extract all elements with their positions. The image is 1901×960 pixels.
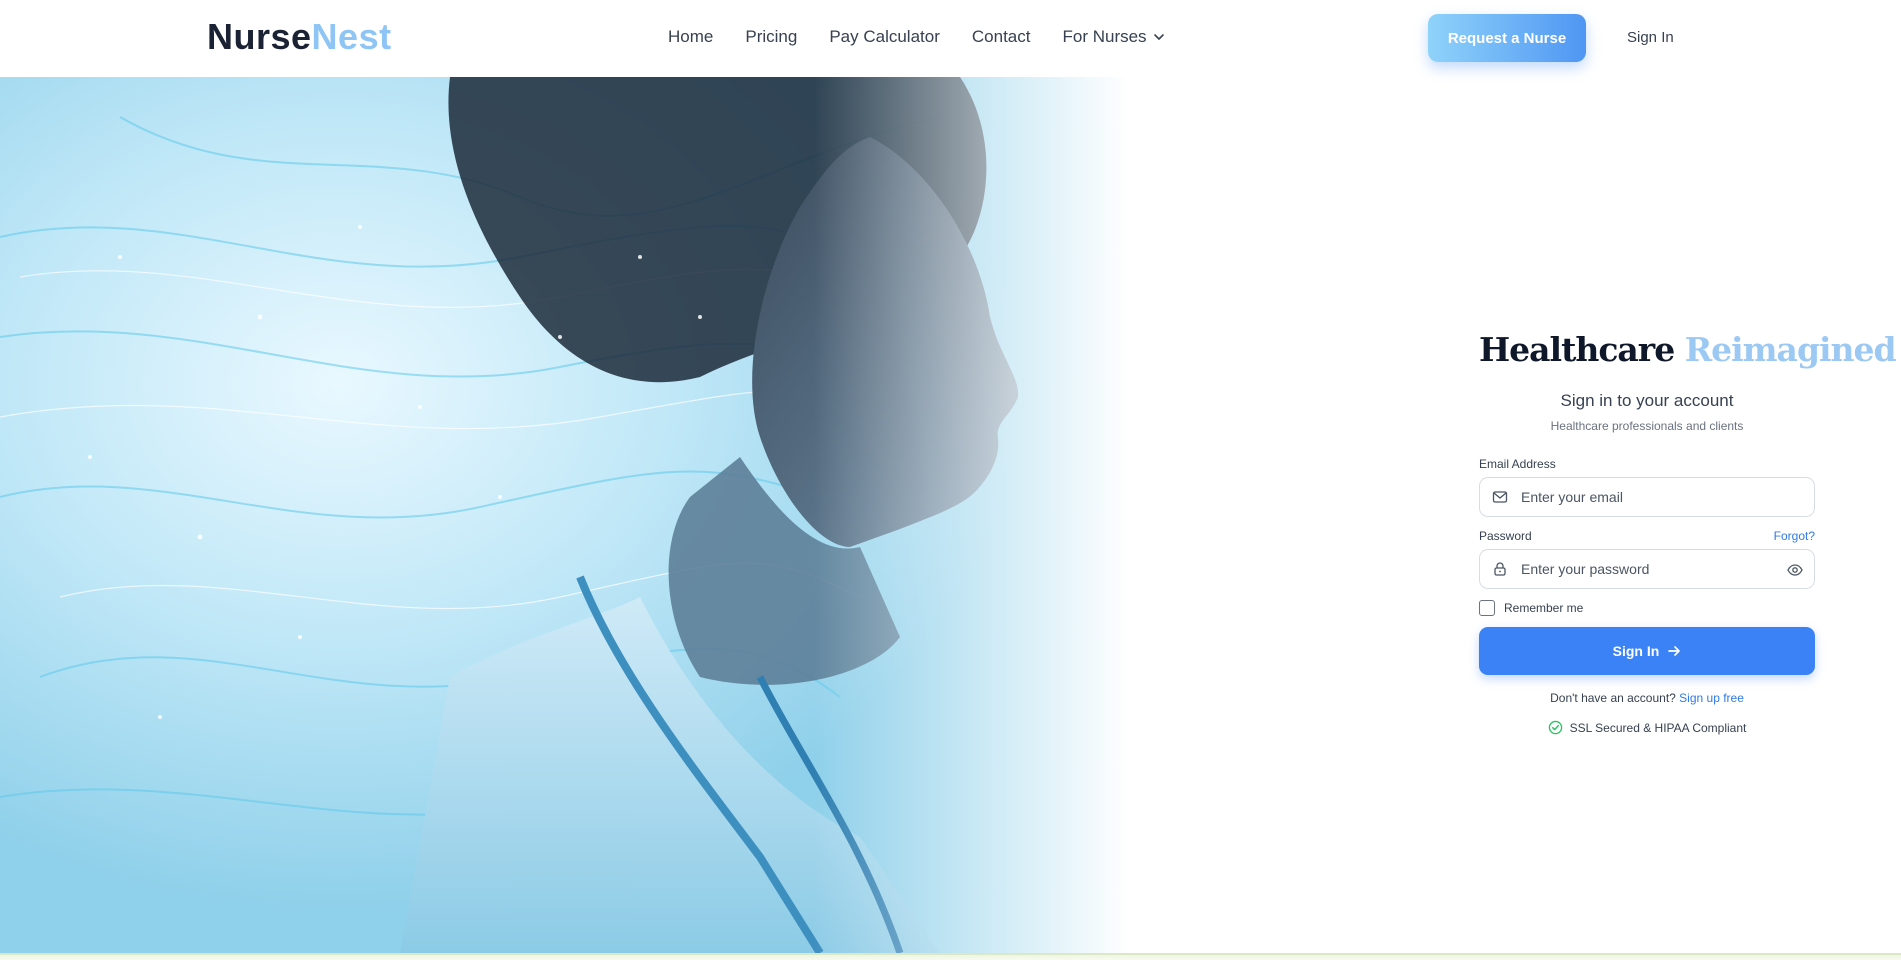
- eye-icon[interactable]: [1787, 562, 1803, 578]
- signup-link[interactable]: Sign up free: [1679, 691, 1744, 705]
- logo-text-nest: Nest: [311, 16, 392, 57]
- signup-row: Don't have an account? Sign up free: [1479, 691, 1815, 705]
- request-nurse-button[interactable]: Request a Nurse: [1428, 14, 1586, 62]
- email-label: Email Address: [1479, 457, 1556, 471]
- main-nav: Home Pricing Pay Calculator Contact For …: [668, 26, 1165, 48]
- email-input[interactable]: [1521, 489, 1781, 505]
- email-field[interactable]: [1479, 477, 1815, 517]
- lock-icon: [1494, 562, 1506, 576]
- nav-contact[interactable]: Contact: [972, 26, 1031, 48]
- signin-submit-label: Sign In: [1612, 643, 1660, 659]
- headline-text-healthcare: Healthcare: [1479, 330, 1675, 369]
- nav-for-nurses-dropdown[interactable]: For Nurses: [1062, 26, 1164, 48]
- nav-pricing[interactable]: Pricing: [745, 26, 797, 48]
- headline: Healthcare Reimagined: [1479, 330, 1897, 370]
- nav-for-nurses-label: For Nurses: [1062, 27, 1147, 46]
- signin-submit-button[interactable]: Sign In: [1479, 627, 1815, 675]
- remember-me-checkbox[interactable]: [1479, 600, 1495, 616]
- no-account-text: Don't have an account?: [1550, 691, 1676, 705]
- nav-pay-calculator[interactable]: Pay Calculator: [829, 26, 940, 48]
- security-text: SSL Secured & HIPAA Compliant: [1569, 720, 1747, 735]
- hero-image: [0, 77, 1130, 953]
- forgot-password-link[interactable]: Forgot?: [1774, 528, 1815, 544]
- signin-subtitle: Healthcare professionals and clients: [1550, 419, 1744, 433]
- password-field[interactable]: [1479, 549, 1815, 589]
- arrow-right-icon: [1668, 646, 1681, 656]
- header-signin-link[interactable]: Sign In: [1627, 28, 1674, 48]
- headline-text-reimagined: Reimagined: [1684, 330, 1897, 369]
- signin-panel: Healthcare Reimagined Sign in to your ac…: [1479, 330, 1897, 735]
- logo-text-nurse: Nurse: [207, 16, 312, 57]
- security-badge: SSL Secured & HIPAA Compliant: [1479, 720, 1815, 735]
- top-navbar: NurseNest Home Pricing Pay Calculator Co…: [14, 0, 1901, 77]
- remember-me-label: Remember me: [1504, 601, 1584, 615]
- password-input[interactable]: [1521, 561, 1781, 577]
- page-bottom-border: [0, 953, 1901, 960]
- chevron-down-icon: [1153, 34, 1164, 40]
- mail-icon: [1492, 491, 1508, 503]
- remember-me-row: Remember me: [1479, 600, 1815, 616]
- check-circle-icon: [1548, 720, 1562, 735]
- signin-page: NurseNest Home Pricing Pay Calculator Co…: [0, 0, 1901, 960]
- logo[interactable]: NurseNest: [207, 16, 392, 58]
- password-label-row: Password Forgot?: [1479, 528, 1815, 544]
- nav-home[interactable]: Home: [668, 26, 713, 48]
- signin-title: Sign in to your account: [1560, 391, 1734, 410]
- password-label: Password: [1479, 529, 1532, 543]
